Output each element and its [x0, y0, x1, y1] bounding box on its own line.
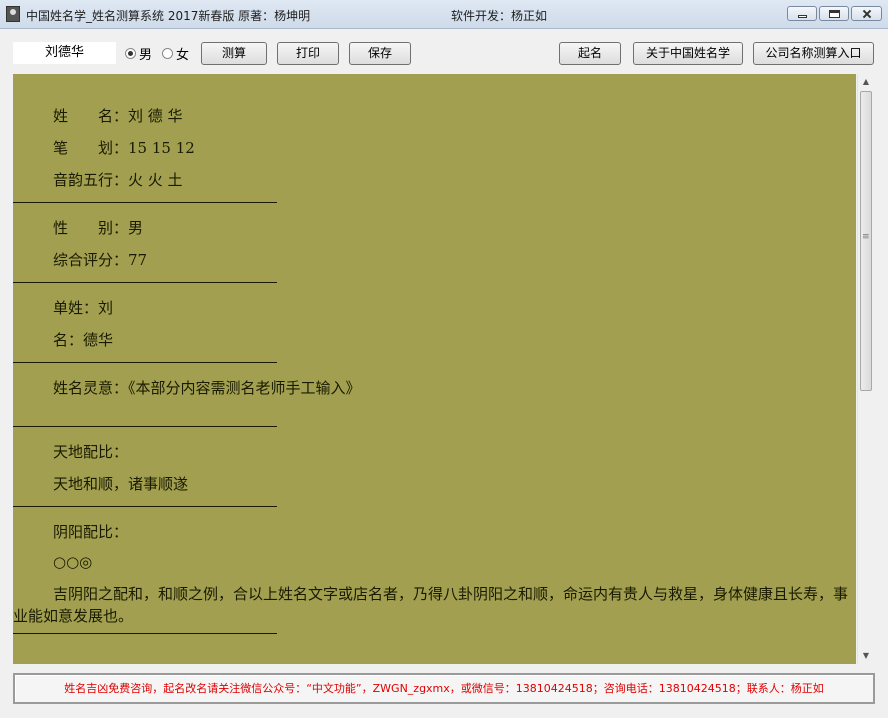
title-bar: 中国姓名学_姓名测算系统 2017新春版 原著：杨坤明 软件开发：杨正如 [0, 0, 888, 29]
close-button[interactable] [851, 6, 882, 21]
section-divider [13, 426, 277, 427]
section-divider [13, 362, 277, 363]
section-divider [13, 633, 277, 634]
print-button[interactable]: 打印 [277, 42, 339, 65]
name-input[interactable]: 刘德华 [13, 42, 116, 64]
maximize-button[interactable] [819, 6, 849, 21]
developer-label: 软件开发：杨正如 [451, 9, 548, 23]
radio-unchecked-icon [162, 48, 173, 59]
name-line: 姓 名：刘 德 华 [53, 107, 183, 125]
gender-male-label: 男 [139, 48, 153, 63]
tiandi-title: 天地配比： [53, 443, 129, 461]
section-divider [13, 202, 277, 203]
radio-checked-icon [125, 48, 136, 59]
status-text: 姓名吉凶免费咨询，起名改名请关注微信公众号：“中文功能”，ZWGN_zgxmx，… [64, 682, 824, 695]
naming-button[interactable]: 起名 [559, 42, 621, 65]
app-icon [6, 6, 20, 22]
section-divider [13, 506, 277, 507]
status-bar: 姓名吉凶免费咨询，起名改名请关注微信公众号：“中文功能”，ZWGN_zgxmx，… [13, 673, 875, 704]
yinyang-title: 阴阳配比： [53, 523, 129, 541]
scroll-thumb[interactable] [860, 91, 872, 391]
yinyang-symbols: ○○◎ [53, 553, 93, 571]
gender-line: 性 别：男 [53, 219, 144, 237]
company-name-button[interactable]: 公司名称测算入口 [753, 42, 874, 65]
score-line: 综合评分：77 [53, 251, 148, 269]
surname-line: 单姓：刘 [53, 299, 114, 317]
gender-female-radio[interactable]: 女 [162, 44, 189, 63]
gender-female-label: 女 [176, 48, 190, 63]
tiandi-text: 天地和顺，诸事顺遂 [53, 475, 189, 493]
wuxing-line: 音韵五行：火 火 土 [53, 171, 183, 189]
gender-male-radio[interactable]: 男 [125, 44, 152, 63]
section-divider [13, 282, 277, 283]
save-button[interactable]: 保存 [349, 42, 411, 65]
yinyang-text: 吉阴阳之配和，和顺之例，合以上姓名文字或店名者，乃得八卦阴阳之和顺，命运内有贵人… [13, 585, 849, 625]
given-name-line: 名：德华 [53, 331, 114, 349]
report-panel[interactable]: 姓 名：刘 德 华 笔 划：15 15 12 音韵五行：火 火 土 性 别：男 … [13, 74, 856, 664]
report-scrollbar[interactable]: ▲ ▼ [857, 74, 874, 664]
about-button[interactable]: 关于中国姓名学 [633, 42, 743, 65]
name-lingyi-line: 姓名灵意：《本部分内容需测名老师手工输入》 [53, 379, 361, 397]
minimize-button[interactable] [787, 6, 817, 21]
window-title: 中国姓名学_姓名测算系统 2017新春版 原著：杨坤明 [26, 9, 311, 23]
strokes-line: 笔 划：15 15 12 [53, 139, 195, 157]
scroll-up-icon[interactable]: ▲ [858, 74, 874, 90]
scroll-down-icon[interactable]: ▼ [858, 648, 874, 664]
calc-button[interactable]: 测算 [201, 42, 267, 65]
